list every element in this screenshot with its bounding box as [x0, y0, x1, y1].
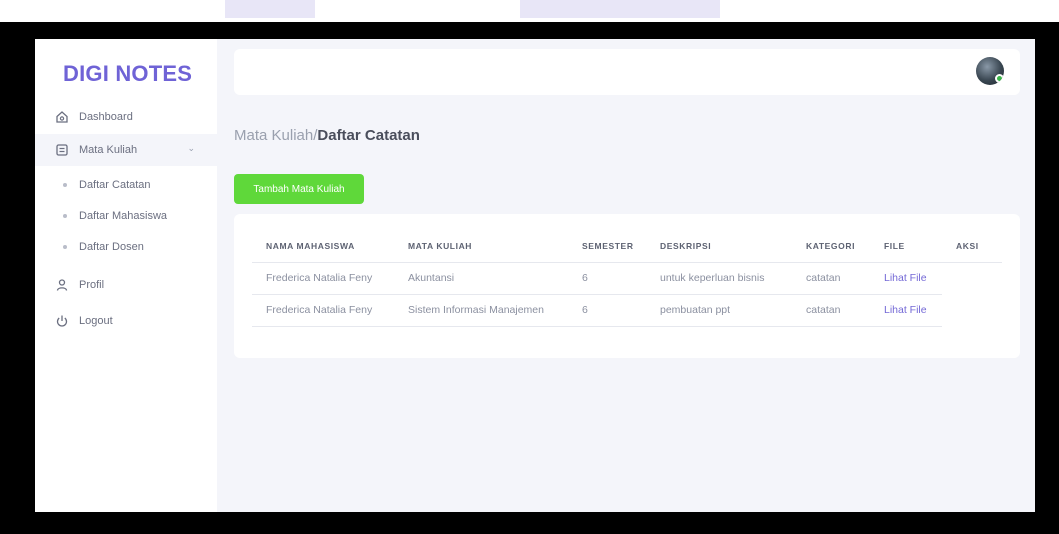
home-icon	[55, 110, 69, 124]
main-content: Mata Kuliah/Daftar Catatan Tambah Mata K…	[217, 39, 1035, 512]
bullet-icon	[63, 183, 67, 187]
cell-deskripsi: untuk keperluan bisnis	[646, 262, 792, 295]
topbar	[234, 49, 1020, 95]
chevron-down-icon: ⌄	[187, 143, 195, 153]
view-file-link[interactable]: Lihat File	[870, 294, 942, 327]
column-header-aksi: AKSI	[942, 230, 1002, 263]
sidebar: DIGI NOTES Dashboard Mata Kuliah ⌄ Dafta…	[35, 39, 217, 512]
app-window: DIGI NOTES Dashboard Mata Kuliah ⌄ Dafta…	[35, 39, 1035, 512]
column-header-semester: SEMESTER	[568, 230, 646, 263]
cell-aksi	[942, 262, 1002, 294]
avatar[interactable]	[976, 57, 1004, 85]
cell-semester: 6	[568, 262, 646, 295]
brand-logo[interactable]: DIGI NOTES	[63, 61, 192, 87]
cell-nama: Frederica Natalia Feny	[252, 262, 394, 295]
sidebar-item-label: Dashboard	[79, 111, 133, 123]
sidebar-item-profil[interactable]: Profil	[35, 269, 217, 301]
sidebar-item-dashboard[interactable]: Dashboard	[35, 101, 217, 133]
breadcrumb-current: Daftar Catatan	[317, 127, 420, 144]
sidebar-item-label: Logout	[79, 315, 113, 327]
top-decor-mid	[520, 0, 720, 18]
cell-mata-kuliah: Sistem Informasi Manajemen	[394, 294, 568, 327]
sidebar-subitem-label: Daftar Mahasiswa	[79, 210, 168, 222]
cell-deskripsi: pembuatan ppt	[646, 294, 792, 327]
notes-table: NAMA MAHASISWA MATA KULIAH SEMESTER DESK…	[252, 230, 1002, 327]
cell-semester: 6	[568, 294, 646, 327]
sidebar-item-label: Mata Kuliah	[79, 144, 138, 156]
notes-table-card: NAMA MAHASISWA MATA KULIAH SEMESTER DESK…	[234, 214, 1020, 358]
add-course-button[interactable]: Tambah Mata Kuliah	[234, 174, 364, 204]
sidebar-subitem-label: Daftar Dosen	[79, 241, 144, 253]
sidebar-subitem-daftar-catatan[interactable]: Daftar Catatan	[35, 171, 217, 199]
sidebar-item-logout[interactable]: Logout	[35, 305, 217, 337]
bullet-icon	[63, 214, 67, 218]
column-header-kategori: KATEGORI	[792, 230, 870, 263]
cell-mata-kuliah: Akuntansi	[394, 262, 568, 295]
cell-aksi	[942, 294, 1002, 326]
online-status-icon	[995, 74, 1004, 83]
power-icon	[55, 314, 69, 328]
breadcrumb-parent[interactable]: Mata Kuliah/	[234, 127, 317, 144]
table-row: Frederica Natalia Feny Sistem Informasi …	[252, 294, 1002, 327]
sidebar-item-label: Profil	[79, 279, 105, 291]
column-header-deskripsi: DESKRIPSI	[646, 230, 792, 263]
bullet-icon	[63, 245, 67, 249]
column-header-mata-kuliah: MATA KULIAH	[394, 230, 568, 263]
sidebar-subitem-daftar-mahasiswa[interactable]: Daftar Mahasiswa	[35, 202, 217, 230]
cell-kategori: catatan	[792, 262, 870, 295]
sidebar-subitem-label: Daftar Catatan	[79, 179, 151, 191]
sidebar-item-mata-kuliah[interactable]: Mata Kuliah ⌄	[35, 134, 217, 166]
table-row: Frederica Natalia Feny Akuntansi 6 untuk…	[252, 262, 1002, 295]
user-icon	[55, 278, 69, 292]
cell-kategori: catatan	[792, 294, 870, 327]
top-decor-left	[225, 0, 315, 18]
cell-nama: Frederica Natalia Feny	[252, 294, 394, 327]
sidebar-subitem-daftar-dosen[interactable]: Daftar Dosen	[35, 233, 217, 261]
view-file-link[interactable]: Lihat File	[870, 262, 942, 295]
notes-icon	[55, 143, 69, 157]
top-background-strip	[0, 0, 1059, 22]
breadcrumb: Mata Kuliah/Daftar Catatan	[234, 127, 420, 144]
column-header-file: FILE	[870, 230, 942, 263]
table-header-row: NAMA MAHASISWA MATA KULIAH SEMESTER DESK…	[252, 230, 1002, 263]
column-header-nama: NAMA MAHASISWA	[252, 230, 394, 263]
